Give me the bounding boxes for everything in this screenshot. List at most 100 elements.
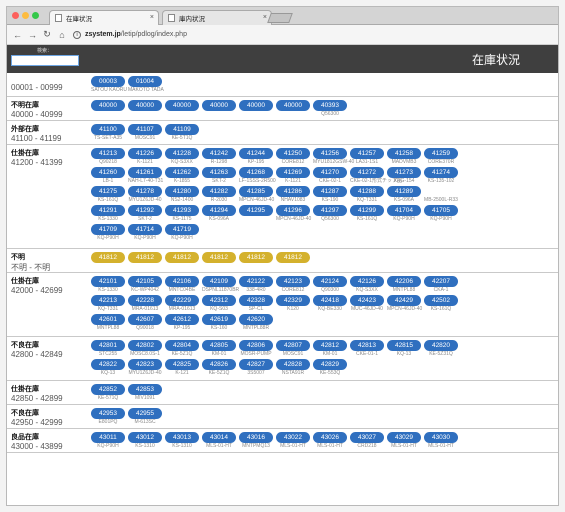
location-button[interactable]: 42124 [313, 276, 347, 287]
location-button[interactable]: 42826 [202, 359, 236, 370]
location-button[interactable]: 40000 [202, 100, 236, 111]
location-button[interactable]: 40000 [239, 100, 273, 111]
location-button[interactable]: 41274 [424, 167, 458, 178]
location-button[interactable]: 41270 [313, 167, 347, 178]
minimize-window-button[interactable] [22, 12, 29, 19]
location-button[interactable]: 42823 [128, 359, 162, 370]
location-button[interactable]: 42812 [313, 340, 347, 351]
location-button[interactable]: 42122 [239, 276, 273, 287]
location-button[interactable]: 41287 [313, 186, 347, 197]
location-button[interactable]: 41704 [387, 205, 421, 216]
location-button[interactable]: 42619 [202, 314, 236, 325]
location-button[interactable]: 42106 [165, 276, 199, 287]
location-button[interactable]: 41107 [128, 124, 162, 135]
location-button[interactable]: 42853 [128, 384, 162, 395]
location-button[interactable]: 41812 [128, 252, 162, 263]
location-button[interactable]: 41299 [350, 205, 384, 216]
location-button[interactable]: 42813 [350, 340, 384, 351]
location-button[interactable]: 42228 [128, 295, 162, 306]
location-button[interactable]: 41261 [128, 167, 162, 178]
location-button[interactable]: 43030 [424, 432, 458, 443]
location-button[interactable]: 42805 [202, 340, 236, 351]
location-button[interactable]: 41812 [276, 252, 310, 263]
location-button[interactable]: 41812 [202, 252, 236, 263]
search-input[interactable] [11, 55, 79, 66]
location-button[interactable]: 42423 [350, 295, 384, 306]
location-button[interactable]: 42953 [91, 408, 125, 419]
location-button[interactable]: 42328 [239, 295, 273, 306]
location-button[interactable]: 43026 [313, 432, 347, 443]
location-button[interactable]: 43012 [128, 432, 162, 443]
location-button[interactable]: 42820 [424, 340, 458, 351]
location-button[interactable]: 00003 [91, 76, 125, 87]
location-button[interactable]: 41268 [239, 167, 273, 178]
location-button[interactable]: 42612 [165, 314, 199, 325]
info-icon[interactable]: i [73, 30, 81, 39]
browser-tab-warehouse[interactable]: 庫内状況 × [162, 10, 272, 25]
location-button[interactable]: 42806 [239, 340, 273, 351]
location-button[interactable]: 41289 [387, 186, 421, 197]
location-button[interactable]: 42829 [313, 359, 347, 370]
location-button[interactable]: 41291 [91, 205, 125, 216]
location-button[interactable]: 41244 [239, 148, 273, 159]
location-button[interactable]: 41260 [91, 167, 125, 178]
back-arrow-icon[interactable]: ← [13, 30, 22, 40]
location-button[interactable]: 42206 [387, 276, 421, 287]
location-button[interactable]: 42601 [91, 314, 125, 325]
location-button[interactable]: 41213 [91, 148, 125, 159]
location-button[interactable]: 43014 [202, 432, 236, 443]
home-icon[interactable]: ⌂ [58, 30, 66, 40]
location-button[interactable]: 41226 [128, 148, 162, 159]
location-button[interactable]: 41275 [91, 186, 125, 197]
location-button[interactable]: 41100 [91, 124, 125, 135]
location-button[interactable]: 43011 [91, 432, 125, 443]
location-button[interactable]: 01004 [128, 76, 162, 87]
reload-icon[interactable]: ↻ [43, 29, 51, 40]
forward-arrow-icon[interactable]: → [28, 30, 37, 40]
location-button[interactable]: 43029 [387, 432, 421, 443]
location-button[interactable]: 41812 [239, 252, 273, 263]
location-button[interactable]: 41269 [276, 167, 310, 178]
location-button[interactable]: 40393 [313, 100, 347, 111]
location-button[interactable]: 42123 [276, 276, 310, 287]
location-button[interactable]: 40000 [165, 100, 199, 111]
location-button[interactable]: 42815 [387, 340, 421, 351]
location-button[interactable]: 41719 [165, 224, 199, 235]
new-tab-button[interactable] [267, 13, 293, 23]
location-button[interactable]: 42620 [239, 314, 273, 325]
location-button[interactable]: 41242 [202, 148, 236, 159]
location-button[interactable]: 43016 [239, 432, 273, 443]
location-button[interactable]: 41295 [239, 205, 273, 216]
location-button[interactable]: 41273 [387, 167, 421, 178]
location-button[interactable]: 41228 [165, 148, 199, 159]
location-button[interactable]: 41288 [350, 186, 384, 197]
location-button[interactable]: 42822 [91, 359, 125, 370]
location-button[interactable]: 42126 [350, 276, 384, 287]
location-button[interactable]: 42852 [91, 384, 125, 395]
location-button[interactable]: 43022 [276, 432, 310, 443]
location-button[interactable]: 40000 [128, 100, 162, 111]
location-button[interactable]: 41280 [165, 186, 199, 197]
location-button[interactable]: 42955 [128, 408, 162, 419]
location-button[interactable]: 42802 [128, 340, 162, 351]
location-button[interactable]: 41714 [128, 224, 162, 235]
location-button[interactable]: 42827 [239, 359, 273, 370]
location-button[interactable]: 42801 [91, 340, 125, 351]
location-button[interactable]: 41294 [202, 205, 236, 216]
location-button[interactable]: 41282 [202, 186, 236, 197]
location-button[interactable]: 42418 [313, 295, 347, 306]
location-button[interactable]: 41109 [165, 124, 199, 135]
location-button[interactable]: 41293 [165, 205, 199, 216]
location-button[interactable]: 42807 [276, 340, 310, 351]
location-button[interactable]: 41262 [165, 167, 199, 178]
location-button[interactable]: 42825 [165, 359, 199, 370]
location-button[interactable]: 41250 [276, 148, 310, 159]
location-button[interactable]: 41705 [424, 205, 458, 216]
location-button[interactable]: 42607 [128, 314, 162, 325]
location-button[interactable]: 41286 [276, 186, 310, 197]
location-button[interactable]: 41256 [313, 148, 347, 159]
location-button[interactable]: 42109 [202, 276, 236, 287]
location-button[interactable]: 42312 [202, 295, 236, 306]
location-button[interactable]: 41259 [424, 148, 458, 159]
location-button[interactable]: 41278 [128, 186, 162, 197]
